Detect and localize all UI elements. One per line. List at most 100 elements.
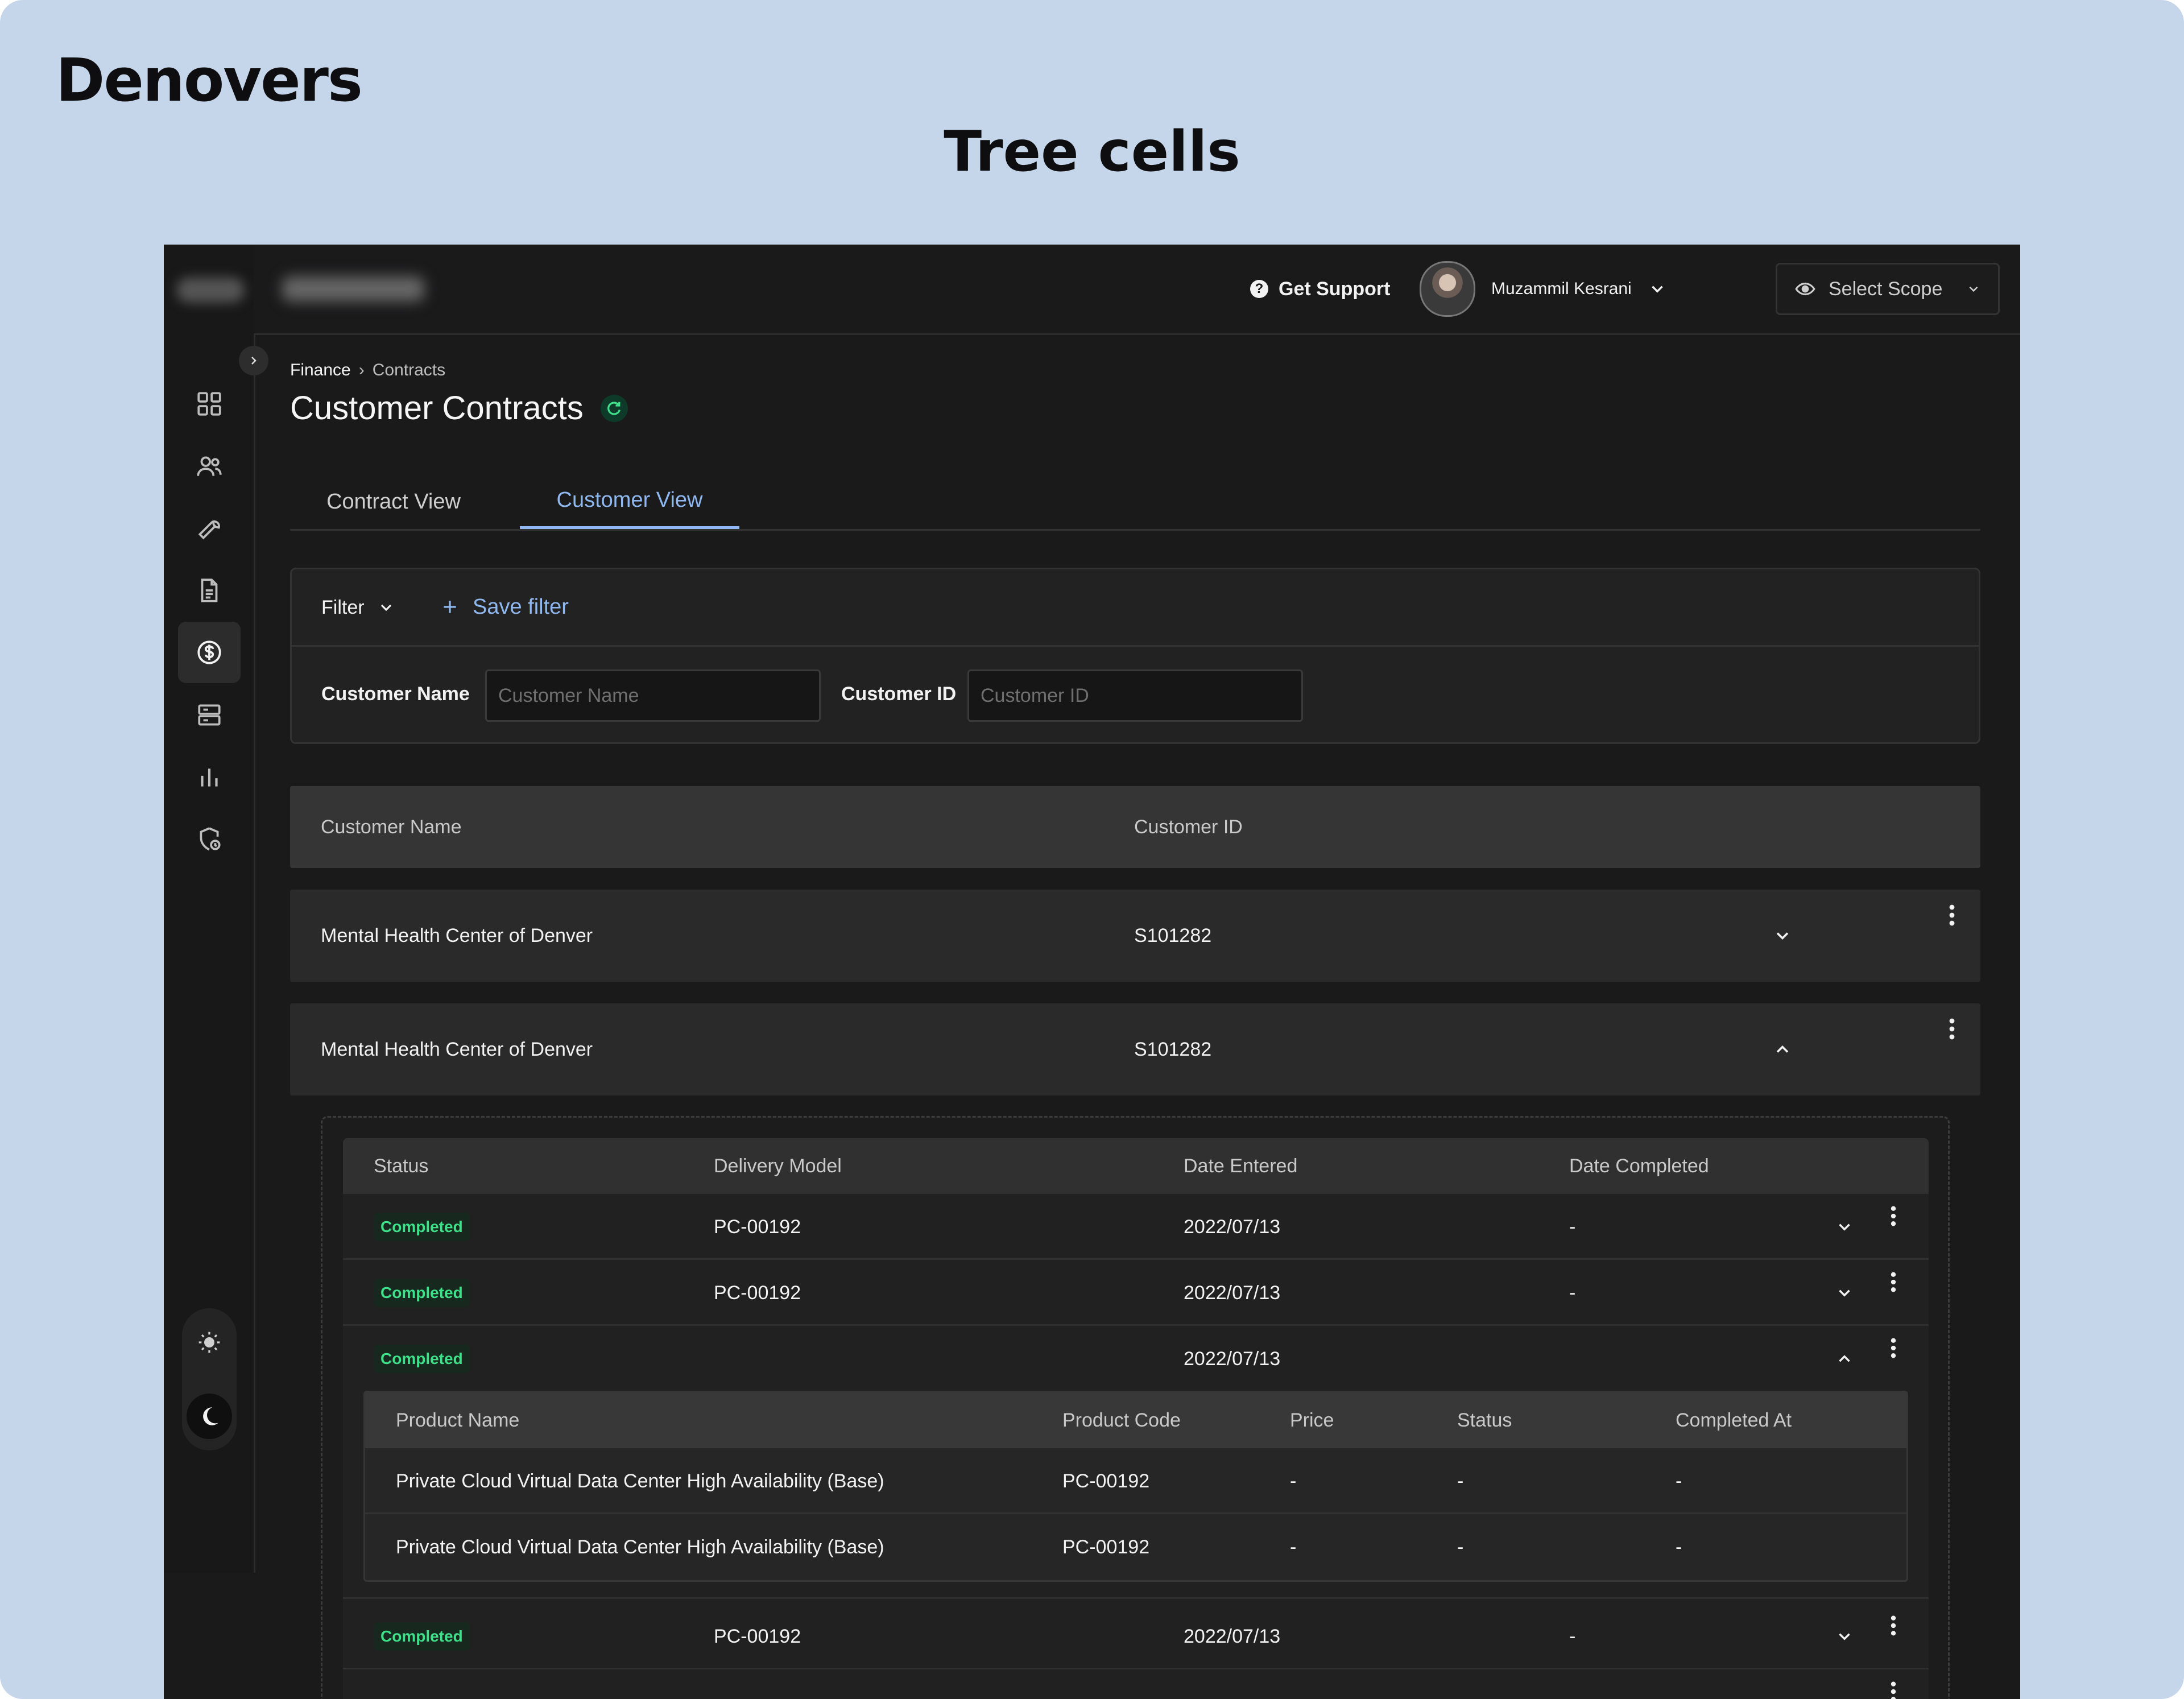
sidebar-item-reports[interactable]	[178, 746, 241, 808]
row-menu-button[interactable]	[1884, 1335, 1902, 1361]
column-price[interactable]: Price	[1290, 1392, 1334, 1448]
filter-dropdown[interactable]: Filter	[321, 593, 395, 622]
sidebar-item-servers[interactable]	[178, 684, 241, 746]
status-badge: Completed	[374, 1213, 470, 1241]
sidebar-item-finance[interactable]	[178, 622, 241, 683]
price-cell: -	[1290, 1536, 1297, 1558]
tab-contract-view[interactable]: Contract View	[290, 474, 497, 529]
column-customer-id[interactable]: Customer ID	[1134, 786, 1243, 868]
contract-row[interactable]: Completed PC-00192 2022/07/13 -	[343, 1603, 1929, 1669]
breadcrumb-finance[interactable]: Finance	[290, 361, 351, 380]
date-completed-cell: -	[1569, 1625, 1576, 1647]
sidebar-item-documents[interactable]	[178, 560, 241, 621]
get-support-link[interactable]: ? Get Support	[1250, 275, 1390, 303]
product-row[interactable]: Private Cloud Virtual Data Center High A…	[365, 1448, 1906, 1514]
sidebar	[164, 245, 255, 1573]
customer-id-input[interactable]	[967, 669, 1303, 722]
status-cell	[374, 1686, 473, 1699]
server-icon	[198, 704, 221, 726]
products-table: Product Name Product Code Price Status C…	[363, 1391, 1908, 1582]
chevron-down-icon	[380, 604, 391, 611]
row-menu-button[interactable]	[1941, 1015, 1963, 1043]
customer-name-cell: Mental Health Center of Denver	[321, 1038, 593, 1060]
page-title: Customer Contracts	[290, 390, 584, 427]
sidebar-collapse-button[interactable]	[239, 346, 268, 375]
customer-name-input[interactable]	[485, 669, 821, 722]
column-completed-at[interactable]: Completed At	[1676, 1392, 1792, 1448]
collapse-row-button[interactable]	[1833, 1347, 1856, 1370]
filter-label: Filter	[321, 596, 365, 618]
tab-customer-view[interactable]: Customer View	[520, 474, 739, 529]
more-vertical-icon	[1891, 1681, 1896, 1699]
row-menu-button[interactable]	[1941, 901, 1963, 929]
customer-table-header: Customer Name Customer ID	[290, 786, 1980, 868]
status-cell: Completed	[374, 1326, 470, 1392]
column-date-completed[interactable]: Date Completed	[1569, 1138, 1709, 1194]
row-menu-button[interactable]	[1884, 1613, 1902, 1639]
column-status[interactable]: Status	[374, 1138, 428, 1194]
product-row[interactable]: Private Cloud Virtual Data Center High A…	[365, 1514, 1906, 1580]
column-date-entered[interactable]: Date Entered	[1184, 1138, 1297, 1194]
topbar: ? Get Support Muzammil Kesrani Select Sc…	[254, 245, 2020, 335]
contracts-subtable: Status Delivery Model Date Entered Date …	[321, 1116, 1950, 1699]
light-mode-button[interactable]	[187, 1320, 232, 1365]
dark-mode-button[interactable]	[187, 1394, 232, 1439]
status-cell: Completed	[374, 1603, 470, 1669]
chevron-up-icon	[1776, 1045, 1789, 1053]
status-cell: -	[1457, 1536, 1464, 1558]
column-customer-name[interactable]: Customer Name	[321, 786, 462, 868]
more-vertical-icon	[1891, 1206, 1896, 1226]
document-icon	[201, 578, 218, 602]
customer-id-cell: S101282	[1134, 924, 1212, 946]
page-heading: Tree cells	[944, 119, 1240, 184]
contract-row[interactable]	[343, 1669, 1929, 1699]
breadcrumb-separator: ›	[358, 361, 365, 379]
user-menu[interactable]: Muzammil Kesrani	[1420, 261, 1667, 317]
save-filter-button[interactable]: Save filter	[441, 592, 569, 622]
table-row[interactable]: Mental Health Center of Denver S101282	[290, 890, 1980, 982]
contract-row[interactable]: Completed PC-00192 2022/07/13 -	[343, 1194, 1929, 1260]
select-scope-dropdown[interactable]: Select Scope	[1776, 263, 2000, 315]
breadcrumb-contracts: Contracts	[372, 361, 446, 379]
row-menu-button[interactable]	[1884, 1269, 1902, 1295]
status-cell: -	[1457, 1470, 1464, 1492]
refresh-icon	[607, 401, 621, 415]
chevron-down-icon	[1839, 1633, 1850, 1640]
expand-row-button[interactable]	[1833, 1216, 1856, 1238]
delivery-model-cell: PC-00192	[714, 1625, 801, 1647]
customer-name-label: Customer Name	[321, 683, 470, 705]
chevron-down-icon	[1969, 286, 1978, 292]
moon-icon	[203, 1407, 218, 1425]
filter-panel: Filter Save filter Customer Name Custome…	[290, 568, 1980, 744]
contract-row[interactable]: Completed PC-00192 2022/07/13 -	[343, 1260, 1929, 1326]
delivery-model-cell: PC-00192	[714, 1282, 801, 1304]
row-menu-button[interactable]	[1884, 1203, 1902, 1229]
help-icon: ?	[1250, 280, 1268, 298]
sidebar-item-security[interactable]	[178, 808, 241, 870]
product-code-cell: PC-00192	[1062, 1470, 1150, 1492]
expand-row-button[interactable]	[1769, 922, 1796, 949]
chevron-up-icon	[1839, 1355, 1850, 1362]
price-cell: -	[1290, 1470, 1297, 1492]
row-menu-button[interactable]	[1884, 1679, 1902, 1699]
sidebar-item-users[interactable]	[178, 436, 241, 497]
completed-at-cell: -	[1676, 1536, 1682, 1558]
app-window: ? Get Support Muzammil Kesrani Select Sc…	[164, 245, 2020, 1699]
status-badge: Completed	[374, 1279, 470, 1307]
column-delivery-model[interactable]: Delivery Model	[714, 1138, 842, 1194]
table-row[interactable]: Mental Health Center of Denver S101282	[290, 1003, 1980, 1096]
column-product-name[interactable]: Product Name	[396, 1392, 519, 1448]
expand-row-button[interactable]	[1833, 1625, 1856, 1648]
refresh-button[interactable]	[600, 394, 628, 422]
eye-icon	[1795, 282, 1815, 296]
sidebar-item-dashboard[interactable]	[178, 373, 241, 435]
sidebar-item-tools[interactable]	[178, 498, 241, 559]
column-status[interactable]: Status	[1457, 1392, 1512, 1448]
more-vertical-icon	[1891, 1615, 1896, 1636]
customer-id-label: Customer ID	[841, 683, 957, 705]
expand-row-button[interactable]	[1833, 1282, 1856, 1304]
column-product-code[interactable]: Product Code	[1062, 1392, 1181, 1448]
collapse-row-button[interactable]	[1769, 1036, 1796, 1063]
more-vertical-icon	[1891, 1338, 1896, 1358]
status-cell: Completed	[374, 1260, 470, 1326]
